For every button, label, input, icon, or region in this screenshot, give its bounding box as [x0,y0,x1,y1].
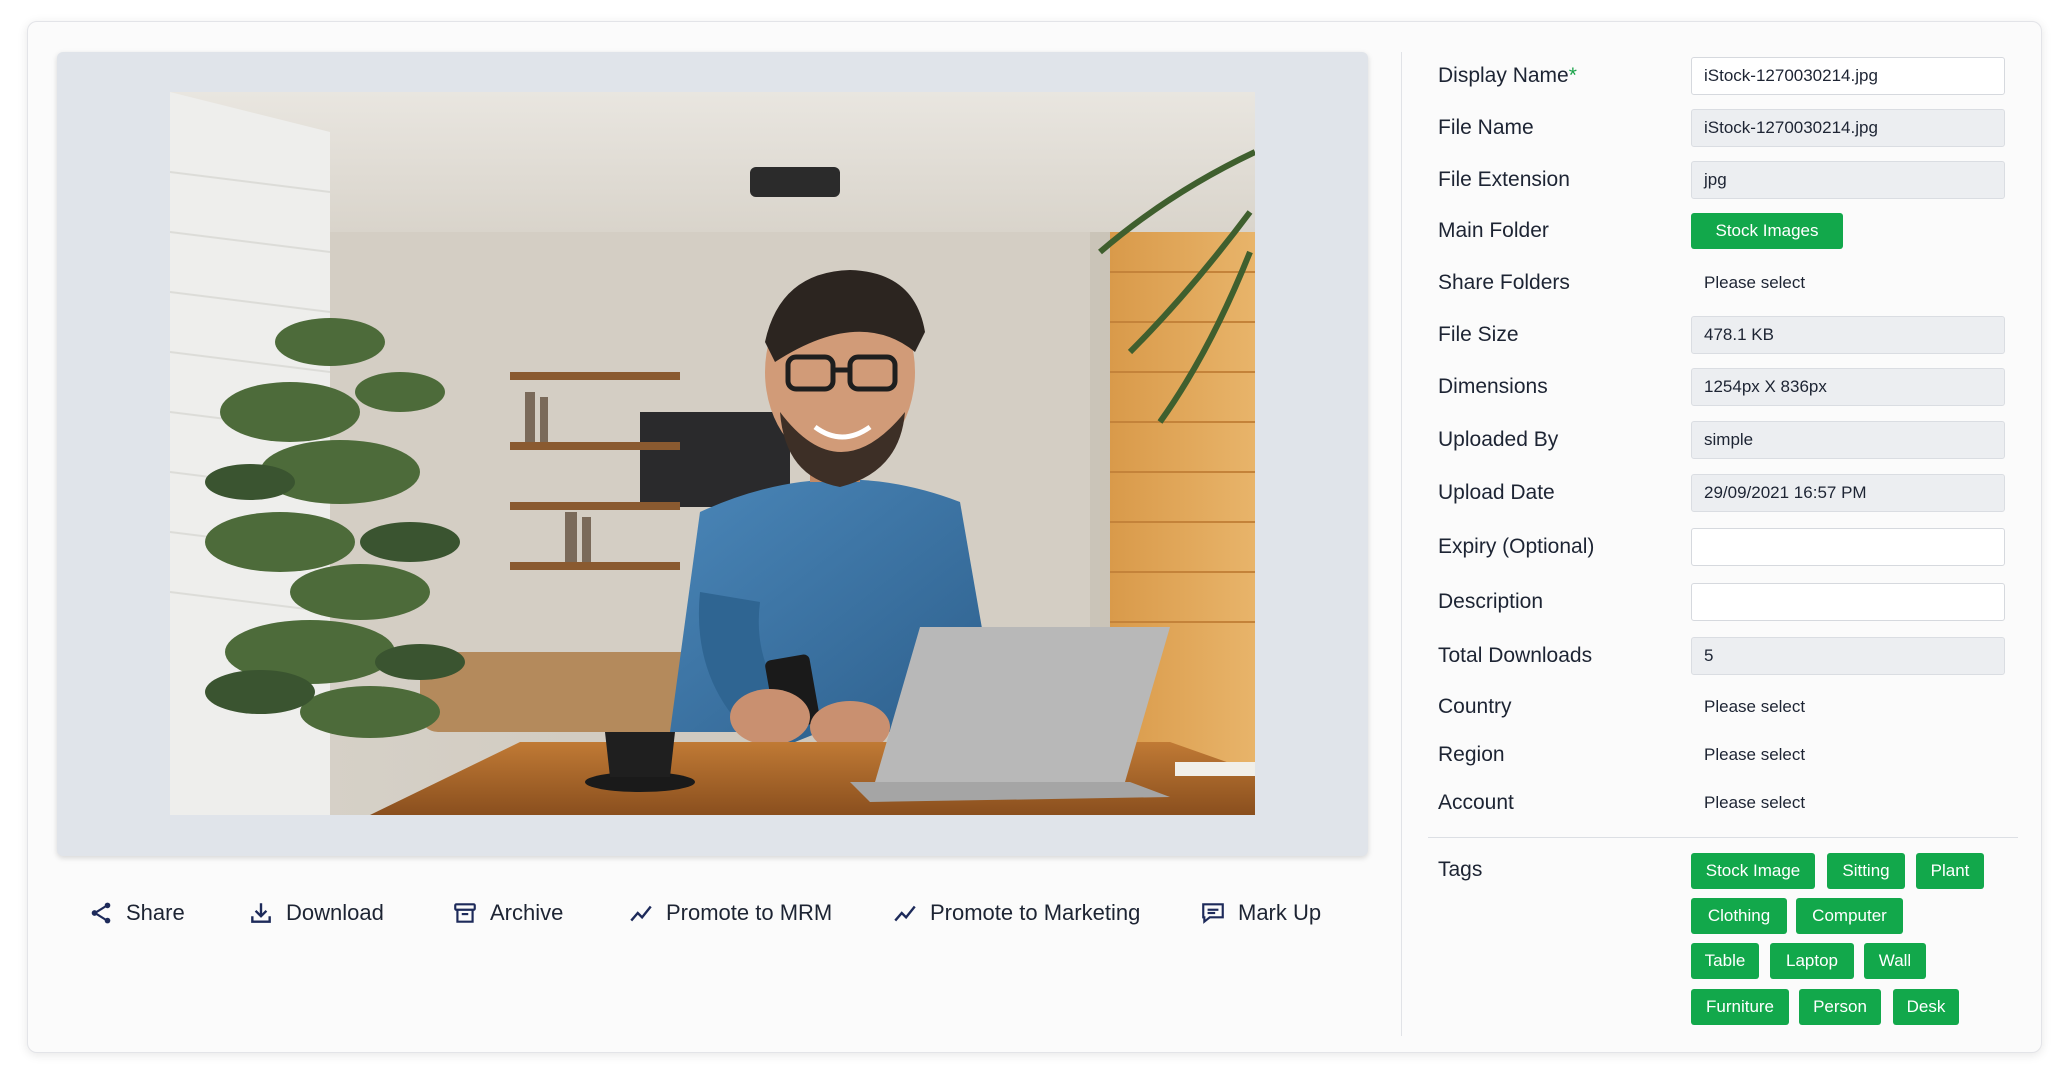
main-folder-chip[interactable]: Stock Images [1691,213,1843,249]
share-icon [88,900,114,926]
file-size-field: 478.1 KB [1691,316,2005,354]
download-label: Download [286,900,384,925]
uploaded-by-label: Uploaded By [1438,428,1559,451]
archive-label: Archive [490,900,564,925]
asset-image-preview[interactable] [170,92,1255,815]
dimensions-field: 1254px X 836px [1691,368,2005,406]
promote-to-marketing-label: Promote to Marketing [930,900,1141,925]
upload-date-label: Upload Date [1438,481,1555,504]
uploaded-by-field: simple [1691,421,2005,459]
photo-illustration [170,92,1255,815]
upload-date-field: 29/09/2021 16:57 PM [1691,474,2005,512]
trend-icon [892,900,918,926]
file-name-label: File Name [1438,116,1534,139]
file-extension-label: File Extension [1438,168,1570,191]
description-label: Description [1438,590,1544,613]
account-select[interactable]: Please select [1704,788,1805,818]
tag-chip[interactable]: Stock Image [1691,853,1815,889]
tag-chip[interactable]: Sitting [1827,853,1905,889]
total-downloads-label: Total Downloads [1438,644,1593,667]
display-name-input[interactable]: iStock-1270030214.jpg [1691,57,2005,95]
tag-chip[interactable]: Clothing [1691,898,1787,934]
region-select[interactable]: Please select [1704,740,1805,770]
download-button[interactable]: Download [248,896,384,930]
share-folders-select[interactable]: Please select [1704,268,1805,298]
tag-chip[interactable]: Desk [1893,989,1959,1025]
total-downloads-field: 5 [1691,637,2005,675]
account-label: Account [1438,791,1514,814]
tag-chip[interactable]: Table [1691,943,1759,979]
tags-label: Tags [1438,858,1483,881]
tag-chip[interactable]: Plant [1916,853,1984,889]
share-button[interactable]: Share [88,896,185,930]
country-label: Country [1438,695,1512,718]
archive-icon [452,900,478,926]
expiry-input[interactable] [1691,528,2005,566]
promote-to-mrm-button[interactable]: Promote to MRM [628,896,832,930]
tags-divider [1428,837,2018,838]
mark-up-button[interactable]: Mark Up [1200,896,1321,930]
tag-chip[interactable]: Wall [1864,943,1926,979]
comment-icon [1200,900,1226,926]
required-marker: * [1568,64,1577,87]
promote-to-marketing-button[interactable]: Promote to Marketing [892,896,1140,930]
trend-icon [628,900,654,926]
file-extension-field: jpg [1691,161,2005,199]
archive-button[interactable]: Archive [452,896,563,930]
download-icon [248,900,274,926]
tag-chip[interactable]: Furniture [1691,989,1789,1025]
country-select[interactable]: Please select [1704,692,1805,722]
share-folders-label: Share Folders [1438,271,1570,294]
tag-chip[interactable]: Computer [1796,898,1903,934]
main-folder-label: Main Folder [1438,219,1549,242]
panel-divider [1401,52,1402,1036]
display-name-label: Display Name* [1438,64,1577,87]
dimensions-label: Dimensions [1438,375,1548,398]
region-label: Region [1438,743,1505,766]
tag-chip[interactable]: Laptop [1770,943,1854,979]
mark-up-label: Mark Up [1238,900,1322,925]
file-size-label: File Size [1438,323,1519,346]
share-label: Share [126,900,185,925]
tag-chip[interactable]: Person [1799,989,1881,1025]
expiry-label: Expiry (Optional) [1438,535,1595,558]
file-name-field: iStock-1270030214.jpg [1691,109,2005,147]
promote-to-mrm-label: Promote to MRM [666,900,833,925]
description-input[interactable] [1691,583,2005,621]
